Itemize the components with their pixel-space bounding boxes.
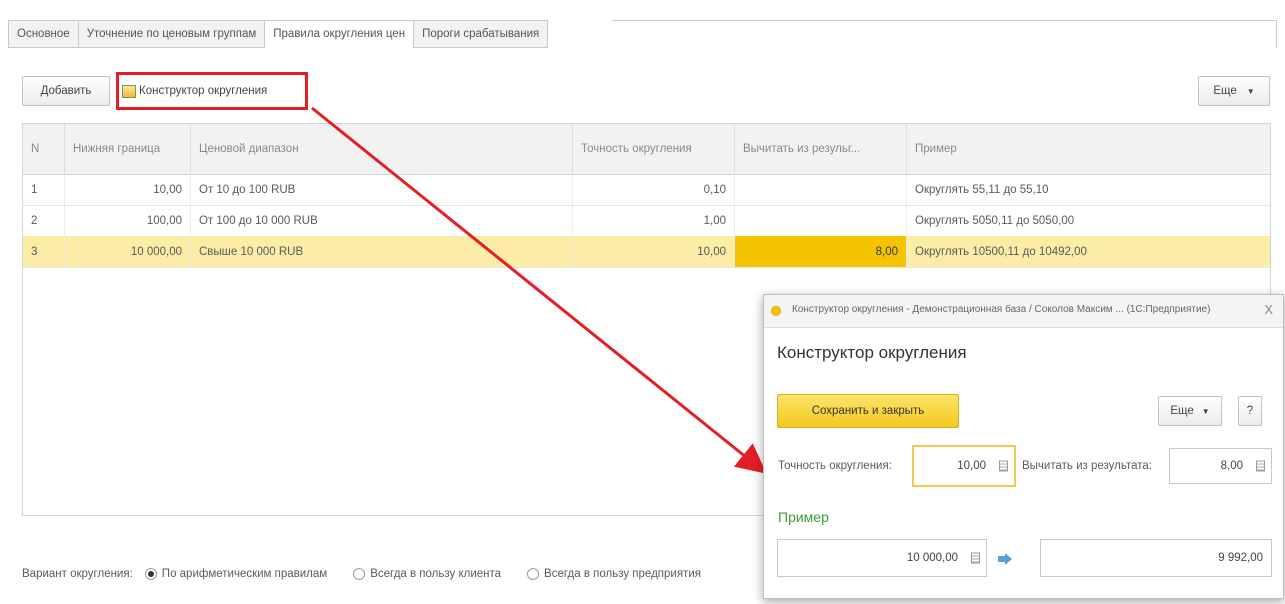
dialog-heading: Конструктор округления — [777, 343, 967, 362]
more-label: Еще — [1213, 85, 1237, 97]
row-example: Округлять 5050,11 до 5050,00 — [915, 214, 1075, 227]
row-subtract — [735, 205, 907, 236]
header-lower-bound[interactable]: Нижняя граница — [65, 124, 191, 174]
example-result-field: 9 992,00 — [1040, 539, 1272, 577]
dialog-more-button[interactable]: Еще ▼ — [1158, 396, 1222, 426]
calculator-icon[interactable] — [999, 460, 1008, 472]
row-lower: 100,00 — [65, 205, 191, 236]
dialog-more-label: Еще — [1170, 405, 1194, 417]
subtract-value: 8,00 — [1220, 460, 1243, 472]
row-subtract-active-cell[interactable]: 8,00 — [735, 236, 907, 267]
example-input[interactable]: 10 000,00 — [777, 539, 987, 577]
dialog-window-title: Конструктор округления - Демонстрационна… — [792, 304, 1211, 315]
row-range: От 10 до 100 RUB — [191, 174, 573, 205]
precision-label: Точность округления: — [778, 460, 892, 472]
help-button[interactable]: ? — [1238, 396, 1262, 426]
row-precision: 10,00 — [573, 236, 735, 267]
tab-thresholds[interactable]: Пороги срабатывания — [413, 20, 549, 48]
header-precision[interactable]: Точность округления — [573, 124, 735, 174]
table-row[interactable]: 2 100,00 От 100 до 10 000 RUB 1,00 Округ… — [23, 205, 1270, 237]
row-example: Округлять 55,11 до 55,10 — [915, 183, 1049, 196]
header-n[interactable]: N — [23, 124, 65, 174]
tab-main[interactable]: Основное — [8, 20, 78, 48]
calculator-icon[interactable] — [1256, 460, 1265, 472]
chevron-down-icon: ▼ — [1201, 406, 1210, 416]
table-header: N Нижняя граница Ценовой диапазон Точнос… — [23, 124, 1270, 175]
tab-rounding-rules[interactable]: Правила округления цен — [264, 20, 414, 48]
table-row[interactable]: 1 10,00 От 10 до 100 RUB 0,10 Округлять … — [23, 174, 1270, 206]
precision-value: 10,00 — [957, 460, 986, 472]
row-precision: 1,00 — [573, 205, 735, 236]
header-example[interactable]: Пример — [907, 124, 1270, 174]
radio-enterprise[interactable] — [527, 568, 540, 580]
tab-price-groups[interactable]: Уточнение по ценовым группам — [77, 20, 265, 48]
table-row-selected[interactable]: 3 10 000,00 Свыше 10 000 RUB 10,00 8,00 … — [23, 236, 1270, 268]
app-logo-icon — [771, 306, 781, 316]
tabbar-border — [612, 20, 1277, 48]
row-n: 1 — [23, 174, 65, 205]
dialog-titlebar[interactable]: Конструктор округления - Демонстрационна… — [764, 295, 1283, 328]
example-heading: Пример — [778, 509, 829, 525]
more-button[interactable]: Еще ▼ — [1198, 76, 1270, 106]
add-button[interactable]: Добавить — [22, 76, 110, 106]
close-icon[interactable]: X — [1264, 302, 1273, 317]
row-lower: 10,00 — [65, 174, 191, 205]
row-range: От 100 до 10 000 RUB — [191, 205, 573, 236]
example-result-value: 9 992,00 — [1218, 552, 1263, 564]
chevron-down-icon: ▼ — [1246, 86, 1255, 96]
rounding-variant-group: Вариант округления: По арифметическим пр… — [22, 568, 701, 580]
header-price-range[interactable]: Ценовой диапазон — [191, 124, 573, 174]
radio-client-label[interactable]: Всегда в пользу клиента — [370, 568, 501, 580]
radio-client[interactable] — [353, 568, 366, 580]
example-input-value: 10 000,00 — [906, 552, 958, 564]
annotation-highlight — [116, 72, 308, 110]
rounding-variant-label: Вариант округления: — [22, 568, 133, 580]
radio-enterprise-label[interactable]: Всегда в пользу предприятия — [544, 568, 701, 580]
subtract-label: Вычитать из результата: — [1022, 460, 1152, 472]
row-precision: 0,10 — [573, 174, 735, 205]
arrow-right-icon — [996, 551, 1014, 567]
radio-arithmetic-label[interactable]: По арифметическим правилам — [162, 568, 327, 580]
row-n: 2 — [23, 205, 65, 236]
save-and-close-button[interactable]: Сохранить и закрыть — [777, 394, 959, 428]
radio-arithmetic[interactable] — [144, 568, 157, 580]
precision-input[interactable]: 10,00 — [912, 445, 1016, 487]
subtract-input[interactable]: 8,00 — [1169, 448, 1272, 484]
row-range: Свыше 10 000 RUB — [191, 236, 573, 267]
calculator-icon[interactable] — [971, 552, 980, 564]
rounding-constructor-dialog: Конструктор округления - Демонстрационна… — [763, 294, 1284, 599]
row-example: Округлять 10500,11 до 10492,00 — [915, 245, 1087, 258]
row-subtract — [735, 174, 907, 205]
tab-bar: Основное Уточнение по ценовым группам Пр… — [8, 20, 549, 48]
header-subtract[interactable]: Вычитать из резульг... — [735, 124, 907, 174]
row-n: 3 — [23, 236, 65, 267]
row-lower: 10 000,00 — [65, 236, 191, 267]
